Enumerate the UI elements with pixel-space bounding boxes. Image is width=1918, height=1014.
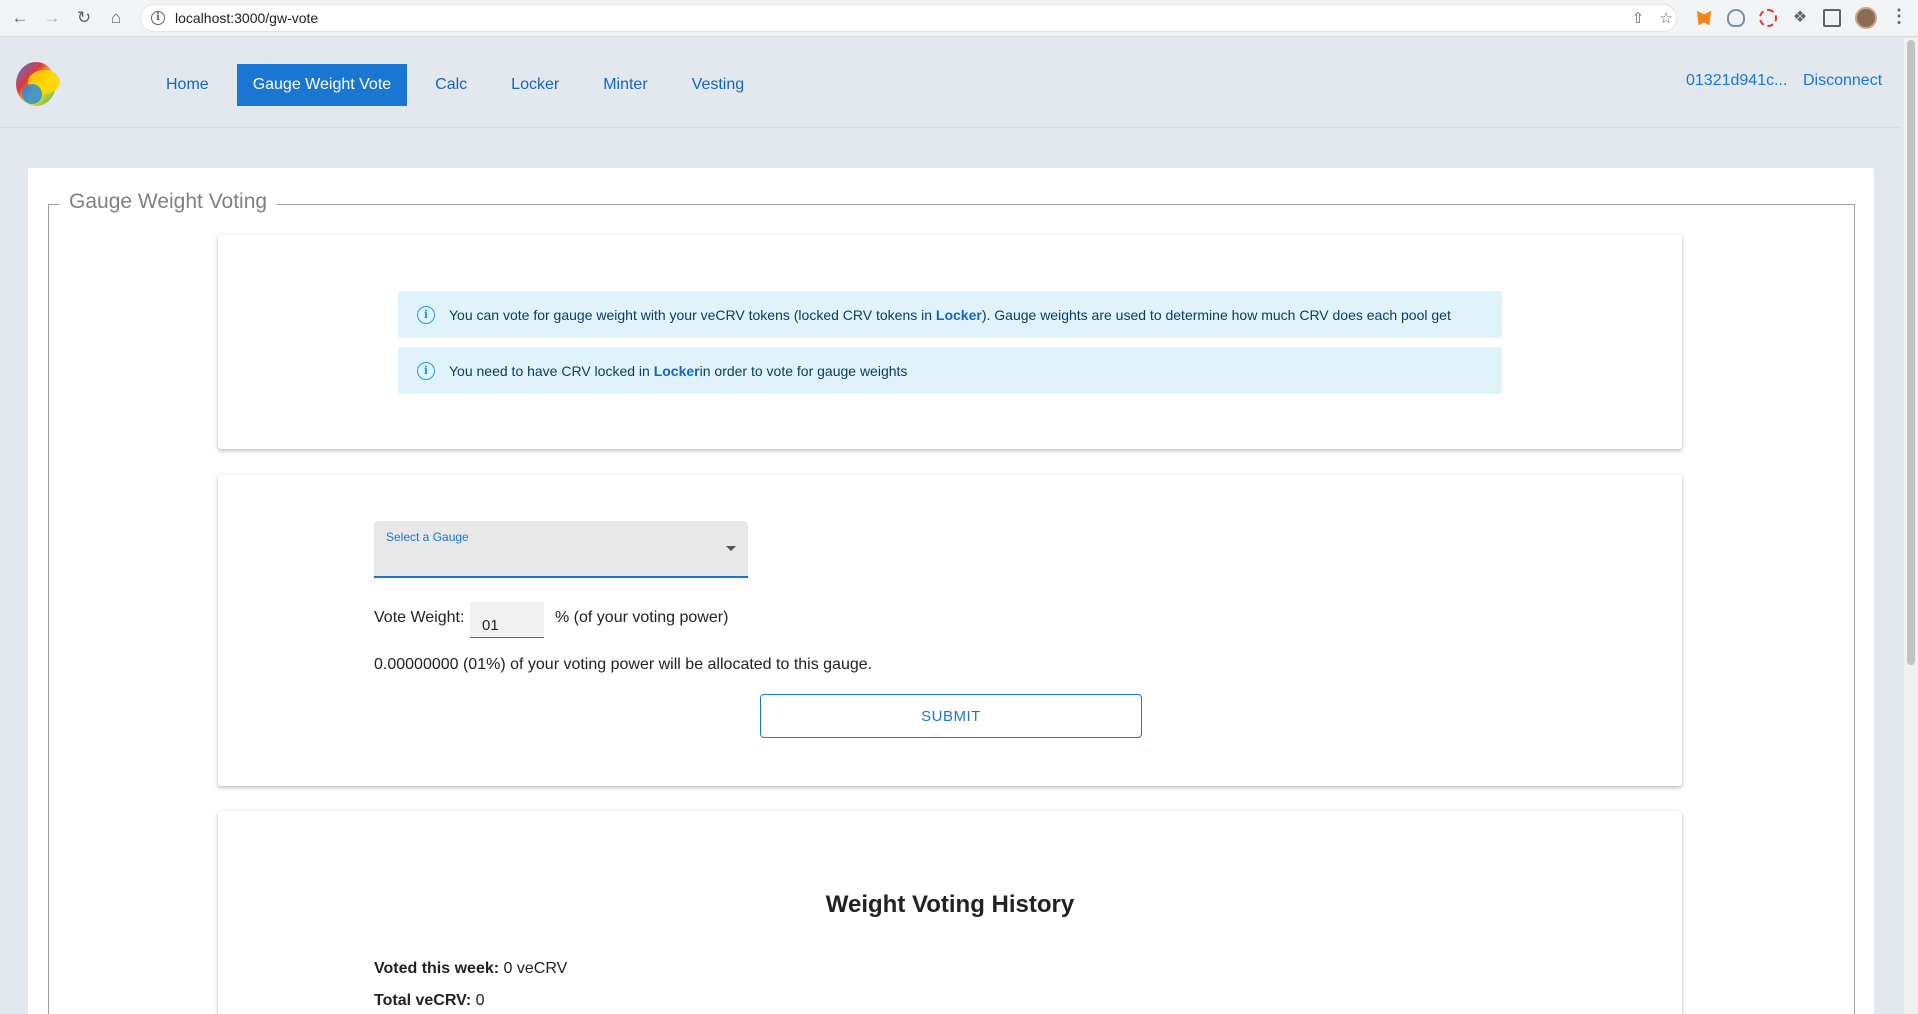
nav-gauge-weight-vote[interactable]: Gauge Weight Vote bbox=[236, 64, 408, 106]
page-title: Gauge Weight Voting bbox=[60, 190, 277, 214]
nav-locker[interactable]: Locker bbox=[495, 64, 575, 106]
total-vecrv: Total veCRV: 0 bbox=[374, 992, 485, 1009]
curve-logo-icon[interactable] bbox=[14, 58, 64, 108]
gauge-select[interactable]: Select a Gauge bbox=[374, 521, 748, 578]
home-icon[interactable]: ⌂ bbox=[104, 6, 128, 30]
nav-calc[interactable]: Calc bbox=[419, 64, 483, 106]
vote-weight-suffix: % (of your voting power) bbox=[555, 609, 729, 626]
locker-link[interactable]: Locker bbox=[654, 363, 700, 379]
share-icon[interactable]: ⇧ bbox=[1629, 10, 1647, 28]
info-icon: i bbox=[417, 305, 435, 324]
nav-vesting[interactable]: Vesting bbox=[676, 64, 760, 106]
nav-minter[interactable]: Minter bbox=[587, 64, 663, 106]
history-title: Weight Voting History bbox=[825, 891, 1075, 918]
address-bar[interactable]: i localhost:3000/gw-vote ⇧ ☆ bbox=[140, 4, 1677, 32]
gauge-select-label: Select a Gauge bbox=[386, 530, 469, 544]
sidepanel-icon[interactable] bbox=[1823, 9, 1841, 27]
info-card: i You can vote for gauge weight with you… bbox=[218, 234, 1682, 449]
scrollbar-thumb[interactable] bbox=[1907, 40, 1915, 665]
shield-extension-icon[interactable] bbox=[1727, 9, 1745, 27]
voted-this-week: Voted this week: 0 veCRV bbox=[374, 960, 568, 977]
chevron-down-icon[interactable] bbox=[726, 546, 736, 551]
forward-icon[interactable]: → bbox=[40, 6, 64, 30]
locker-link[interactable]: Locker bbox=[936, 307, 982, 323]
bookmark-star-icon[interactable]: ☆ bbox=[1657, 10, 1675, 28]
main-nav: Home Gauge Weight Vote Calc Locker Minte… bbox=[150, 64, 772, 106]
vote-card: Select a Gauge Vote Weight: % (of your v… bbox=[218, 474, 1682, 786]
history-card: Weight Voting History Voted this week: 0… bbox=[218, 811, 1682, 1014]
extensions-puzzle-icon[interactable]: ❖ bbox=[1791, 9, 1809, 27]
info-alert-locker: i You need to have CRV locked in Lockeri… bbox=[398, 347, 1502, 394]
disconnect-button[interactable]: Disconnect bbox=[1803, 72, 1882, 90]
browser-menu-icon[interactable]: ⋮ bbox=[1890, 6, 1908, 27]
info-icon: i bbox=[417, 361, 435, 380]
nav-home[interactable]: Home bbox=[150, 64, 225, 106]
allocation-text: 0.00000000 (01%) of your voting power wi… bbox=[374, 656, 873, 673]
app-header: Home Gauge Weight Vote Calc Locker Minte… bbox=[0, 38, 1900, 128]
browser-toolbar: ← → ↻ ⌂ i localhost:3000/gw-vote ⇧ ☆ ❖ ⋮ bbox=[0, 0, 1918, 37]
url-text[interactable]: localhost:3000/gw-vote bbox=[175, 10, 318, 26]
alert-text: You can vote for gauge weight with your … bbox=[449, 306, 1451, 323]
profile-avatar[interactable] bbox=[1855, 7, 1877, 29]
back-icon[interactable]: ← bbox=[8, 6, 32, 30]
vote-weight-label: Vote Weight: bbox=[374, 609, 465, 626]
account-address[interactable]: 01321d941c... bbox=[1686, 72, 1787, 90]
metamask-extension-icon[interactable] bbox=[1696, 10, 1712, 26]
vote-weight-input[interactable] bbox=[470, 602, 544, 638]
site-info-icon[interactable]: i bbox=[151, 11, 165, 25]
reload-icon[interactable]: ↻ bbox=[72, 6, 96, 30]
alert-text: You need to have CRV locked in Lockerin … bbox=[449, 362, 908, 379]
submit-button[interactable]: SUBMIT bbox=[760, 694, 1142, 738]
spinner-extension-icon[interactable] bbox=[1759, 9, 1777, 27]
page-scrollbar[interactable] bbox=[1904, 38, 1918, 1014]
info-alert-vote: i You can vote for gauge weight with you… bbox=[398, 291, 1502, 338]
